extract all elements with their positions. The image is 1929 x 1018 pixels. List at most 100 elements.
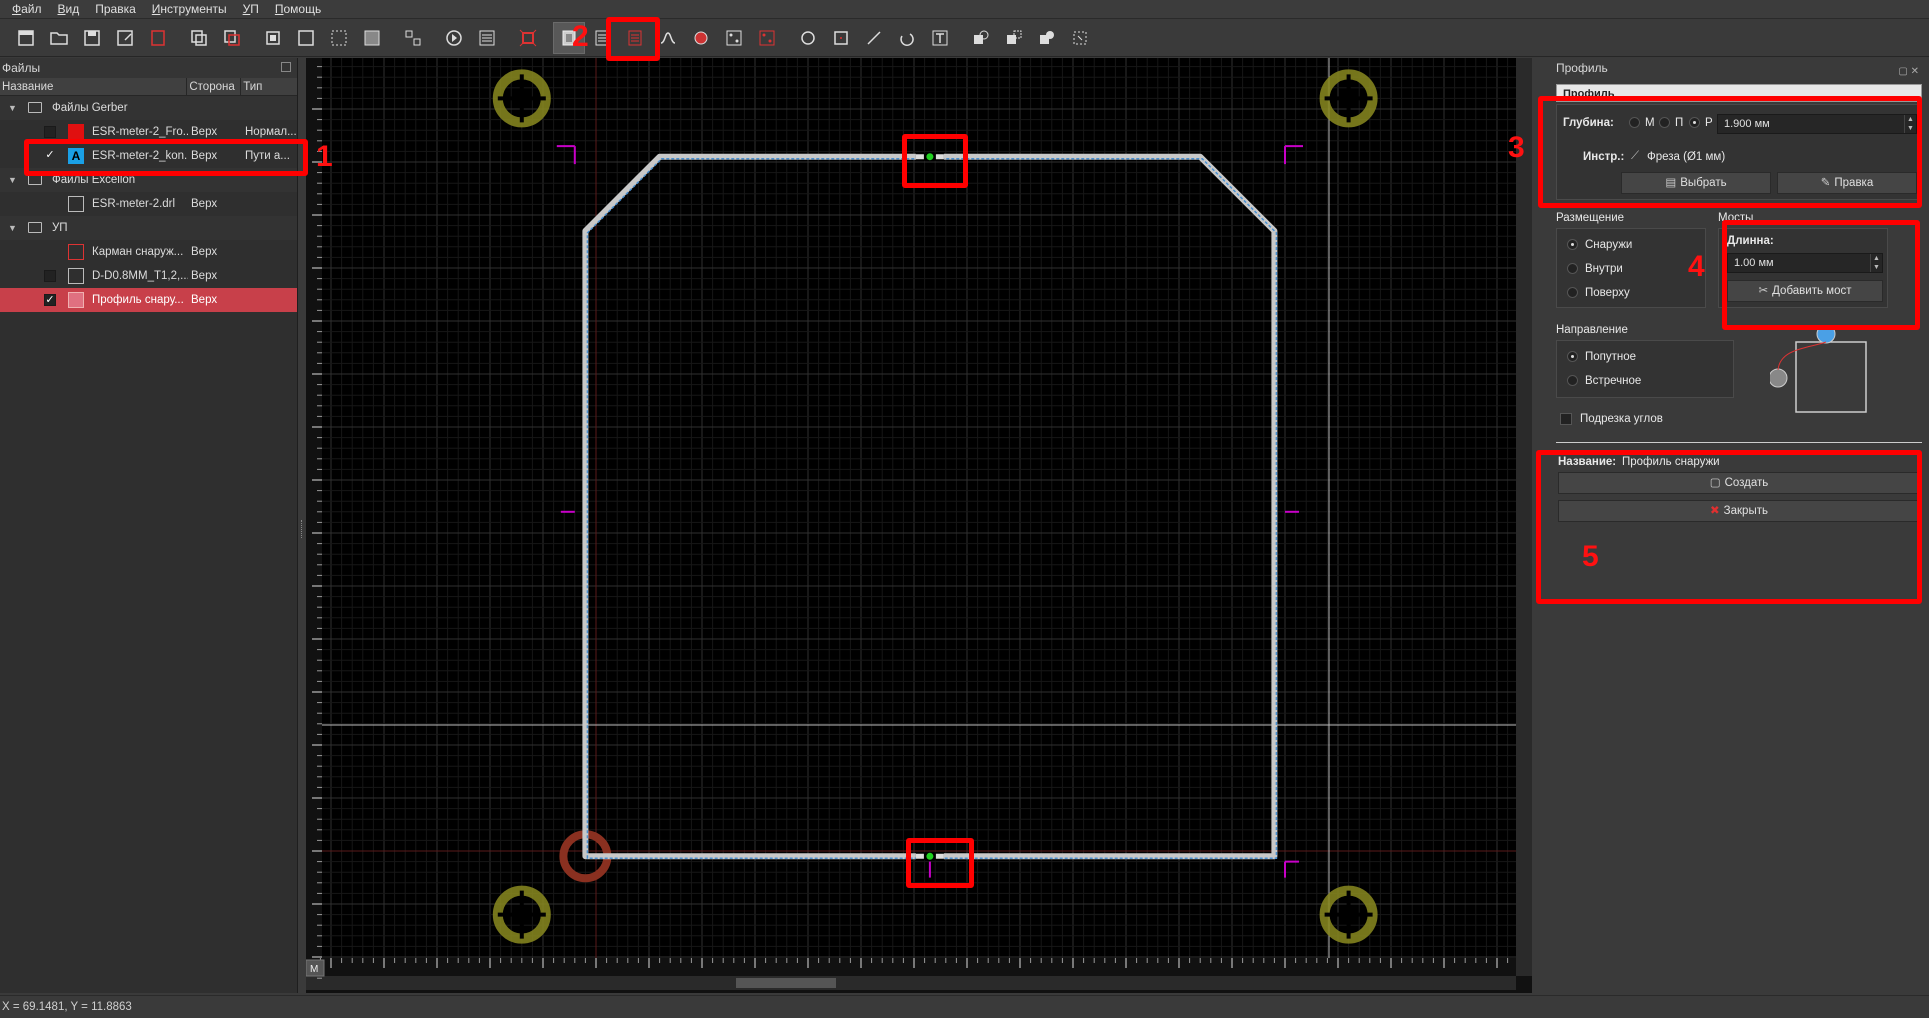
visibility-checkbox[interactable] [44,270,56,282]
menu-file[interactable]: Файл [4,0,50,19]
circle-shape-icon[interactable] [792,22,824,54]
files-panel: Файлы Название Сторона Тип ▼ Файлы Gerbe… [0,58,298,993]
text-shape-icon[interactable] [924,22,956,54]
horizontal-scrollbar-thumb [736,978,836,988]
placement-outside-radio[interactable] [1567,239,1578,250]
delete-layer-icon[interactable] [216,22,248,54]
line-shape-icon[interactable] [858,22,890,54]
folder-icon [28,102,42,113]
annotation-number-2: 2 [572,20,589,53]
board-outline [582,153,1278,860]
profile-job-icon [68,292,84,308]
pocket-job-icon [68,244,84,260]
mode-button-label: M [310,964,318,975]
tree-row-selected[interactable]: ✓ Профиль снару... Верх [0,288,297,312]
drill-icon[interactable] [685,22,717,54]
board-size-icon[interactable] [512,22,544,54]
expand-arrow-icon[interactable]: ▼ [8,168,17,192]
annotation-box-3 [1538,96,1922,208]
toolbar [0,19,1929,57]
visibility-checkbox[interactable]: ✓ [44,294,56,306]
save-as-icon[interactable] [109,22,141,54]
annotation-box-bridge-top [902,134,968,188]
fiducial-marker [492,69,551,128]
files-tree-header: Название Сторона Тип [0,78,297,96]
status-bar: X = 69.1481, Y = 11.8863 [0,995,1929,1017]
annotation-box-bridge-bottom [906,838,974,888]
direction-climb-radio[interactable] [1567,351,1578,362]
menu-help[interactable]: Помощь [267,0,329,19]
placement-on-radio[interactable] [1567,287,1578,298]
open-folder-icon[interactable] [43,22,75,54]
layer-color-icon [68,124,84,140]
zoom-selection-icon[interactable] [323,22,355,54]
corner-cut-checkbox[interactable] [1560,413,1572,425]
boolean-xor-icon[interactable] [1064,22,1096,54]
tree-row[interactable]: Карман снаруж... Верх [0,240,297,264]
files-panel-title: Файлы [0,58,297,78]
boolean-intersect-icon[interactable] [1031,22,1063,54]
splitter-handle[interactable] [301,520,304,538]
menu-view[interactable]: Вид [50,0,88,19]
boolean-subtract-icon[interactable] [998,22,1030,54]
align-icon[interactable] [397,22,429,54]
column-name[interactable]: Название [0,78,188,95]
cursor-coords: X = 69.1481, Y = 11.8863 [2,1001,132,1013]
annotation-number-4: 4 [1688,250,1705,283]
folder-icon [28,222,42,233]
tree-group-up[interactable]: ▼ УП [0,216,297,240]
direction-conventional-radio[interactable] [1567,375,1578,386]
annotation-box-5 [1536,450,1922,604]
new-project-icon[interactable] [10,22,42,54]
direction-preview-icon [1770,328,1867,413]
corner-mark [1284,145,1303,165]
horizontal-scrollbar [306,976,1516,990]
fiducial-marker [492,885,551,944]
save-icon[interactable] [76,22,108,54]
separator-line [1556,442,1922,443]
menu-edit[interactable]: Правка [87,0,144,19]
zoom-fit-icon[interactable] [257,22,289,54]
fiducial-marker [1319,885,1378,944]
panel-close-icon[interactable]: ▢ ✕ [1898,62,1919,82]
copy-icon[interactable] [183,22,215,54]
annotation-box-1 [24,139,308,176]
tree-row[interactable]: D-D0.8MM_T1,2,... Верх [0,264,297,288]
column-side[interactable]: Сторона [187,78,242,95]
placement-inside-radio[interactable] [1567,263,1578,274]
toolpath-outline [586,157,1278,860]
vertical-ruler [306,58,322,958]
annotation-number-3: 3 [1508,131,1525,164]
annotation-number-5: 5 [1582,540,1599,573]
drill-red-pattern-icon[interactable] [751,22,783,54]
column-type[interactable]: Тип [241,78,297,95]
menu-bar: Файл Вид Правка Инструменты УП Помощь [0,0,1929,19]
drill-job-icon [68,268,84,284]
corner-mark [556,145,576,165]
close-file-icon[interactable] [142,22,174,54]
expand-arrow-icon[interactable]: ▼ [8,96,17,120]
expand-arrow-icon[interactable]: ▼ [8,216,17,240]
menu-up[interactable]: УП [235,0,267,19]
arc-shape-icon[interactable] [891,22,923,54]
zoom-board-icon[interactable] [290,22,322,54]
boolean-union-icon[interactable] [965,22,997,54]
profile-panel-title: Профиль ▢ ✕ [1540,58,1929,78]
run-icon[interactable] [438,22,470,54]
drill-pattern-icon[interactable] [718,22,750,54]
settings-panel-icon[interactable] [471,22,503,54]
tree-group-gerber[interactable]: ▼ Файлы Gerber [0,96,297,120]
float-panel-icon[interactable] [281,62,291,72]
placement-group: Снаружи Внутри Поверху [1556,228,1706,308]
rectangle-shape-icon[interactable] [825,22,857,54]
corner-mark [1284,860,1299,878]
annotation-box-4 [1722,220,1920,330]
zoom-window-icon[interactable] [356,22,388,54]
vertical-scrollbar [1516,58,1532,976]
menu-tools[interactable]: Инструменты [144,0,235,19]
direction-group: Попутное Встречное [1556,340,1734,398]
visibility-checkbox[interactable] [44,126,56,138]
fiducial-marker [1319,69,1378,128]
tree-row[interactable]: ESR-meter-2.drl Верх [0,192,297,216]
annotation-box-2 [606,17,660,61]
